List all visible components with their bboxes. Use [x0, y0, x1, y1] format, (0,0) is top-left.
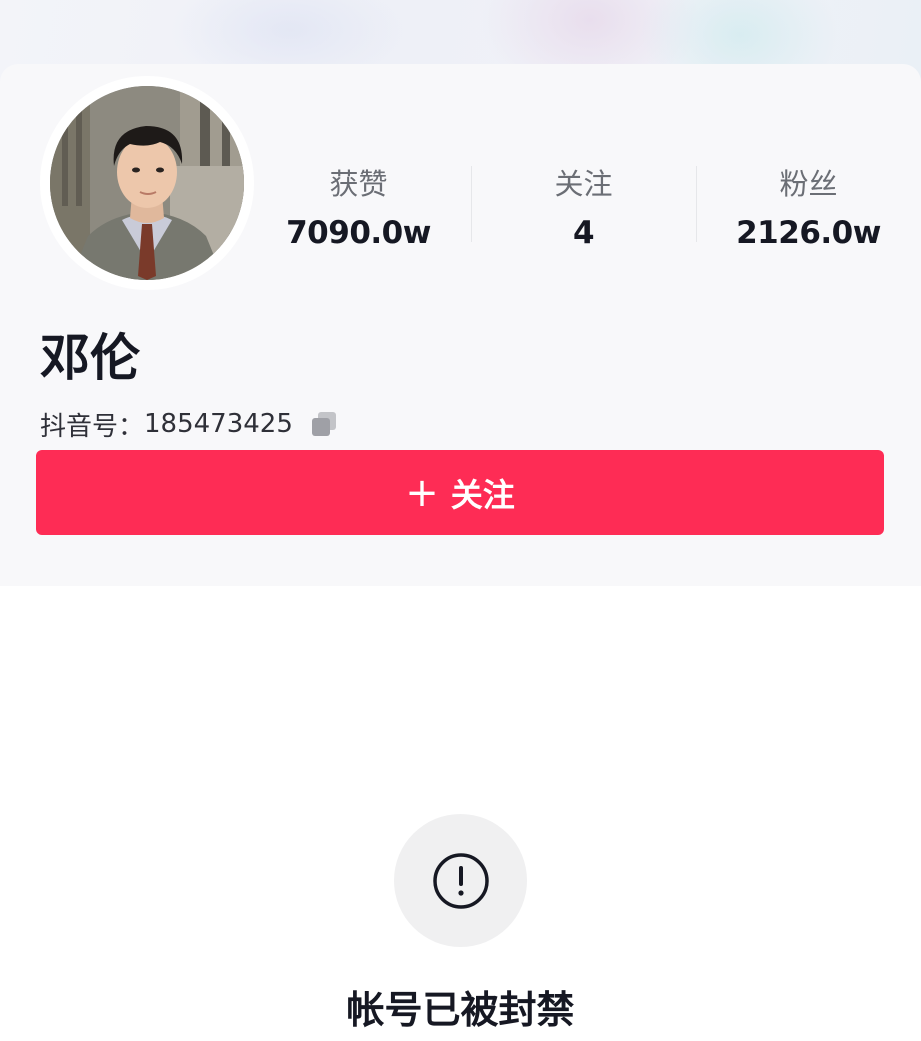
avatar-photo-icon [50, 86, 244, 280]
stat-value: 4 [572, 215, 595, 251]
avatar[interactable] [50, 86, 244, 280]
stats-row: 获赞 7090.0w 关注 4 粉丝 2126.0w [246, 164, 921, 264]
stat-likes[interactable]: 获赞 7090.0w [246, 164, 471, 264]
uid-label: 抖音号： [40, 411, 145, 442]
follow-button-label: 关注 [450, 475, 515, 514]
plus-icon: + [405, 469, 439, 516]
status-message: 帐号已被封禁 [346, 988, 575, 1032]
stat-followers[interactable]: 粉丝 2126.0w [696, 164, 921, 264]
stat-value: 2126.0w [736, 215, 881, 251]
stat-label: 关注 [554, 167, 613, 201]
profile-name: 邓伦 [40, 329, 140, 387]
exclamation-circle-icon [432, 852, 489, 909]
copy-icon[interactable] [309, 409, 339, 439]
status-icon-circle [394, 814, 527, 947]
uid-value: 185473425 [144, 409, 293, 439]
stat-label: 粉丝 [779, 167, 838, 201]
stat-label: 获赞 [329, 167, 388, 201]
stat-value: 7090.0w [286, 215, 431, 251]
stat-following[interactable]: 关注 4 [471, 164, 696, 264]
uid-row: 抖音号： 185473425 [40, 404, 339, 444]
follow-button[interactable]: + 关注 [36, 450, 884, 535]
